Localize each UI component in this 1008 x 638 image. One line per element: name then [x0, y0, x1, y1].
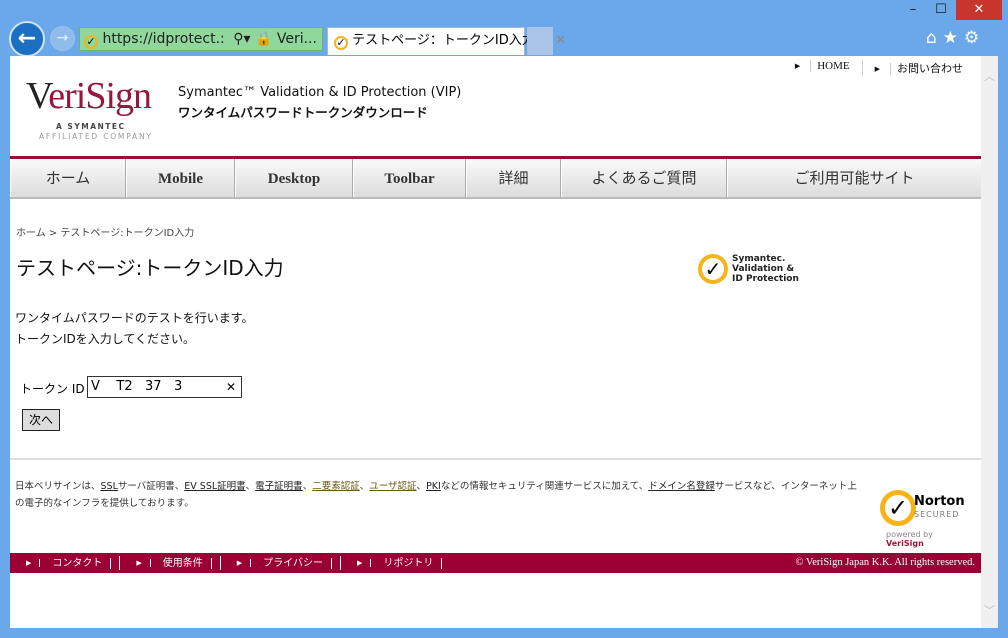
- footer-divider: [10, 458, 981, 460]
- vip-logo-line: Validation &: [732, 264, 795, 274]
- scroll-down-icon[interactable]: ﹀: [981, 602, 998, 618]
- footer-link-repository[interactable]: ▶ リポジトリ: [341, 556, 450, 570]
- address-bar[interactable]: ✓ https://idprotect.: ⚲▾ 🔒 Veri... ↻: [79, 27, 323, 51]
- top-links: ▶ HOME ▶ お問い合わせ: [783, 60, 975, 76]
- user-auth-link[interactable]: ユーザ認証: [369, 481, 416, 492]
- footer-bar: ▶ コンタクト ▶ 使用条件 ▶ プライバシー ▶ リポジトリ © VeriSign J…: [10, 553, 981, 573]
- footer-link-terms[interactable]: ▶ 使用条件: [120, 556, 221, 570]
- nav-details[interactable]: 詳細: [466, 159, 561, 197]
- forward-button[interactable]: →: [50, 26, 75, 51]
- clear-input-icon[interactable]: ✕: [226, 377, 236, 397]
- description-line-2: トークンIDを入力してください。: [15, 332, 196, 346]
- maximize-button[interactable]: ☐: [928, 0, 954, 20]
- two-factor-link[interactable]: 二要素認証: [312, 481, 360, 492]
- close-window-button[interactable]: ✕: [956, 0, 1002, 20]
- nav-home[interactable]: ホーム: [10, 159, 126, 197]
- verisign-logo[interactable]: VeriSign A SYMANTEC AFFILIATED COMPANY: [26, 66, 166, 146]
- home-link[interactable]: ▶ HOME: [783, 60, 862, 76]
- tab-title: テストページ：トークンID入力...: [352, 33, 548, 48]
- close-tab-icon[interactable]: ✕: [555, 33, 566, 48]
- text: 、: [359, 481, 370, 492]
- norton-powered: powered by: [886, 530, 933, 539]
- link-label: リポジトリ: [375, 558, 443, 569]
- vip-logo-line: ID Protection: [732, 274, 799, 284]
- page-title: テストページ:トークンID入力: [16, 256, 284, 280]
- tab-favicon: ✓: [334, 36, 348, 50]
- check-icon: ✓: [880, 490, 916, 526]
- pki-link[interactable]: PKI: [426, 481, 441, 492]
- token-id-label: トークン ID: [20, 382, 85, 396]
- back-button[interactable]: ←: [9, 21, 45, 57]
- arrow-icon: ▶: [874, 65, 880, 73]
- description-line-1: ワンタイムパスワードのテストを行います。: [15, 311, 254, 325]
- ssl-link[interactable]: SSL: [101, 481, 118, 492]
- site-subtitle: ワンタイムパスワードトークンダウンロード: [178, 105, 428, 120]
- certificate-link[interactable]: 電子証明書: [255, 481, 303, 492]
- address-url: https://idprotect.:: [102, 31, 225, 47]
- norton-secured-seal[interactable]: ✓ Norton SECURED powered by VeriSign: [878, 476, 970, 548]
- link-label: プライバシー: [255, 558, 332, 569]
- nav-toolbar[interactable]: Toolbar: [353, 159, 466, 197]
- text: サーバ証明書、: [117, 481, 185, 492]
- check-icon: ✓: [698, 254, 728, 284]
- refresh-icon[interactable]: ↻: [321, 31, 322, 47]
- text: 、: [416, 481, 427, 492]
- arrow-icon: ▶: [794, 62, 801, 70]
- contact-link-label: お問い合わせ: [890, 63, 969, 75]
- vip-logo-line: Symantec.: [732, 254, 786, 264]
- link-label: コンタクト: [44, 558, 112, 569]
- browser-tab[interactable]: ✓ テストページ：トークンID入力... ✕: [327, 27, 566, 55]
- home-icon[interactable]: ⌂: [926, 28, 943, 48]
- token-id-value: V T2 37 3: [91, 379, 183, 394]
- domain-link[interactable]: ドメイン名登録: [648, 481, 715, 492]
- search-icon[interactable]: ⚲▾: [233, 31, 250, 47]
- vertical-scrollbar[interactable]: ︿ ﹀: [981, 56, 998, 628]
- nav-available-sites[interactable]: ご利用可能サイト: [727, 159, 981, 197]
- text: 、: [302, 481, 313, 492]
- contact-link[interactable]: ▶ お問い合わせ: [861, 60, 975, 76]
- scroll-up-icon[interactable]: ︿: [981, 68, 998, 84]
- page-viewport: ▶ HOME ▶ お問い合わせ VeriSign A SYMANTEC AFFILI…: [10, 56, 981, 628]
- site-title: Symantec™ Validation & ID Protection (VI…: [178, 85, 462, 100]
- norton-brand: VeriSign: [886, 539, 924, 548]
- lock-icon: 🔒: [254, 31, 273, 47]
- token-id-input[interactable]: V T2 37 3 ✕: [87, 376, 242, 398]
- link-label: 使用条件: [154, 558, 212, 569]
- copyright: © VeriSign Japan K.K. All rights reserve…: [795, 557, 975, 568]
- footer-link-contact[interactable]: ▶ コンタクト: [10, 556, 121, 570]
- favorites-star-icon[interactable]: ★: [943, 28, 964, 48]
- new-tab-button[interactable]: [527, 27, 553, 55]
- footer-link-privacy[interactable]: ▶ プライバシー: [221, 556, 341, 570]
- site-name: Veri...: [276, 31, 317, 47]
- vip-logo: ✓ Symantec. Validation & ID Protection: [698, 254, 799, 284]
- main-nav: ホーム Mobile Desktop Toolbar 詳細 よくあるご質問 ご利…: [10, 159, 981, 199]
- text: 、: [245, 481, 256, 492]
- minimize-button[interactable]: –: [900, 0, 926, 20]
- norton-title: Norton: [914, 494, 965, 509]
- footer-text: 日本ベリサインは、SSLサーバ証明書、EV SSL証明書、電子証明書、二要素認証…: [15, 478, 865, 512]
- text: などの情報セキュリティ関連サービスに加えて、: [440, 481, 649, 492]
- text: 日本ベリサインは、: [15, 481, 101, 492]
- breadcrumb: ホーム > テストページ:トークンID入力: [16, 228, 195, 239]
- settings-gear-icon[interactable]: ⚙: [964, 28, 985, 48]
- nav-faq[interactable]: よくあるご質問: [561, 159, 727, 197]
- nav-desktop[interactable]: Desktop: [235, 159, 353, 197]
- home-link-label: HOME: [810, 60, 856, 72]
- norton-sub: SECURED: [914, 510, 960, 519]
- next-button[interactable]: 次へ: [22, 409, 60, 431]
- site-check-icon: ✓: [84, 35, 98, 49]
- nav-mobile[interactable]: Mobile: [126, 159, 235, 197]
- ev-ssl-link[interactable]: EV SSL証明書: [184, 481, 245, 492]
